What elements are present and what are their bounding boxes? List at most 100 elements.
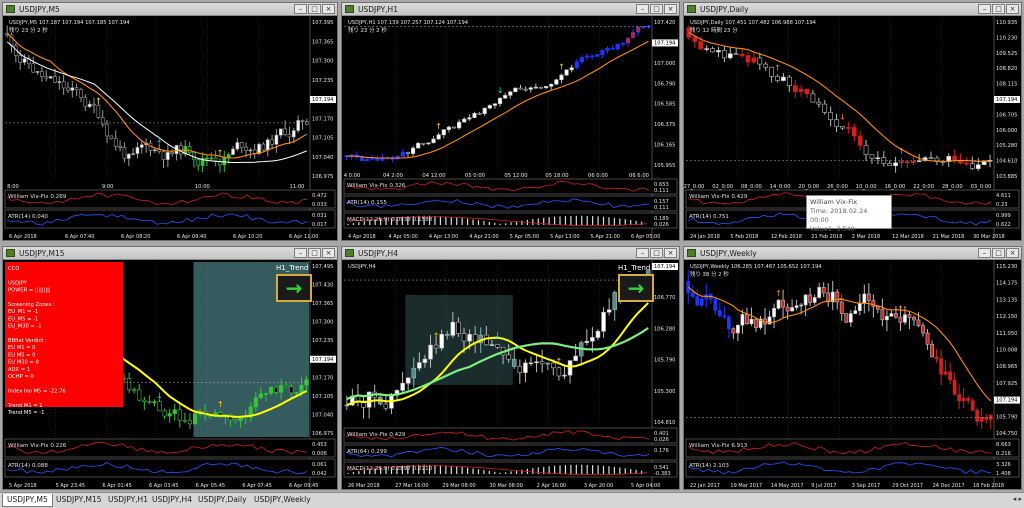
minimize-icon[interactable]: – [978, 4, 991, 14]
candle-body [853, 310, 858, 314]
close-icon[interactable]: × [1006, 248, 1019, 258]
candle-body [781, 76, 786, 81]
trend-badge: → [276, 274, 312, 302]
chart-tab[interactable]: USDJPY,M5 [2, 494, 53, 507]
candle-body [821, 287, 826, 294]
candle-body [142, 399, 147, 403]
date-axis-label: 5 Feb 2018 [730, 234, 758, 240]
maximize-icon[interactable]: □ [650, 248, 663, 258]
candle-body [952, 379, 957, 395]
window-titlebar[interactable]: USDJPY,H1 – □ × [342, 3, 679, 16]
chart-canvas[interactable]: ↑ ↓ ↑ 115.230 114.175 113.135 112.150 111.050 11… [684, 260, 1021, 489]
candle-body [828, 112, 834, 120]
candle-body [139, 144, 144, 148]
price-scale-label: 106.000 [996, 128, 1017, 134]
chart-tab[interactable]: USDJPY,Daily [194, 494, 251, 507]
indicator-scale-label: 0.111 [654, 205, 669, 211]
price-scale-label: 105.790 [654, 358, 675, 364]
window-titlebar[interactable]: USDJPY,M5 – □ × [3, 3, 337, 16]
maximize-icon[interactable]: □ [650, 4, 663, 14]
chart-tab[interactable]: USDJPY,H1 [104, 494, 152, 507]
chart-canvas[interactable]: ↑ ↓ ↑ 107.420 107.194 107.000 106.790 106.585 10… [342, 16, 679, 240]
minimize-icon[interactable]: – [636, 248, 649, 258]
minimize-icon[interactable]: – [636, 4, 649, 14]
candle-body [925, 332, 930, 345]
time-axis-label: 20_0:00 [798, 184, 819, 190]
candle-body [118, 145, 122, 148]
indicator-tooltip: William Vix-Fix Time: 2018.02.24 00:00 Val… [806, 195, 892, 233]
candle-body [584, 340, 590, 343]
date-axis-label: 4 Apr 21:00 [469, 234, 498, 240]
candle-body [137, 389, 142, 401]
window-titlebar[interactable]: USDJPY,H4 – □ × [342, 247, 679, 260]
candle-body [445, 333, 450, 336]
chart-window-w1[interactable]: USDJPY,Weekly – □ × ↑ ↓ ↑ 115.230 114.175 113.135… [683, 246, 1022, 490]
candle-body [808, 294, 813, 303]
price-scale-label: 107.430 [312, 283, 333, 289]
candle-body [359, 156, 364, 162]
date-axis-label: 6 Apr 01:45 [102, 483, 131, 489]
candle-body [928, 157, 934, 159]
candle-body [105, 123, 109, 137]
tab-scroll-icon[interactable]: ◂ ▸ [1013, 495, 1022, 503]
candle-body [792, 85, 798, 93]
date-axis-label: 6 Apr 05:45 [196, 483, 225, 489]
cco-panel-line: EU_M30 = -1 [8, 324, 42, 330]
candle-body [495, 344, 500, 348]
chart-window-m5[interactable]: USDJPY,M5 – □ × ↑ ↓ ↑ 107.395 107.365 107.300 107.… [2, 2, 338, 241]
candle-body [751, 57, 757, 63]
maximize-icon[interactable]: □ [308, 248, 321, 258]
price-scale-label: 105.955 [654, 163, 675, 169]
candle-body [274, 134, 279, 145]
time-axis-label: 04 2:00 [383, 173, 403, 179]
window-titlebar[interactable]: USDJPY,M15 – □ × [3, 247, 337, 260]
candle-body [383, 403, 389, 409]
indicator-panel [343, 195, 678, 212]
price-scale-label: 107.395 [312, 20, 333, 26]
maximize-icon[interactable]: □ [308, 4, 321, 14]
close-icon[interactable]: × [322, 4, 335, 14]
minimize-icon[interactable]: – [978, 248, 991, 258]
candle-body [898, 316, 903, 323]
window-titlebar[interactable]: USDJPY,Daily – □ × [684, 3, 1021, 16]
candle-body [426, 142, 431, 145]
chart-canvas[interactable]: ↑ ↓ ↑ 107.395 107.365 107.300 107.235 107.194 10… [3, 16, 337, 240]
candle-body [804, 88, 810, 95]
date-axis-label: 21 Mar 2018 [933, 234, 965, 240]
candle-body [270, 139, 274, 145]
price-scale-label: 106.770 [654, 295, 675, 301]
candle-body [364, 158, 370, 162]
window-titlebar[interactable]: USDJPY,Weekly – □ × [684, 247, 1021, 260]
chart-tab[interactable]: USDJPY,M15 [52, 494, 106, 507]
close-icon[interactable]: × [664, 248, 677, 258]
chart-window-h1[interactable]: USDJPY,H1 – □ × ↑ ↓ ↑ 107.420 107.194 107.000 106.… [341, 2, 680, 241]
minimize-icon[interactable]: – [294, 248, 307, 258]
maximize-icon[interactable]: □ [992, 4, 1005, 14]
close-icon[interactable]: × [664, 4, 677, 14]
candle-body [562, 374, 567, 377]
candle-body [713, 298, 718, 311]
candle-body [467, 117, 472, 120]
indicator-label: William Vix-Fix 0.429 [689, 194, 748, 200]
candle-body [781, 299, 785, 308]
indicator-panel [4, 209, 336, 229]
chart-tab[interactable]: USDJPY,Weekly [250, 494, 315, 507]
close-icon[interactable]: × [1006, 4, 1019, 14]
maximize-icon[interactable]: □ [992, 248, 1005, 258]
candle-body [907, 314, 912, 318]
candle-body [798, 88, 804, 93]
minimize-icon[interactable]: – [294, 4, 307, 14]
chart-app-icon [6, 5, 15, 13]
candle-body [284, 385, 289, 388]
close-icon[interactable]: × [322, 248, 335, 258]
candle-body [497, 97, 503, 105]
chart-tab[interactable]: USDJPY,H4 [148, 494, 196, 507]
candle-body [436, 134, 441, 140]
price-scale-label: 107.000 [654, 61, 675, 67]
candle-body [559, 74, 564, 81]
candle-body [472, 112, 477, 118]
date-axis-label: 29 Oct 2017 [892, 483, 923, 489]
candle-body [930, 344, 934, 358]
candle-body [273, 386, 279, 393]
candle-body [564, 69, 569, 76]
